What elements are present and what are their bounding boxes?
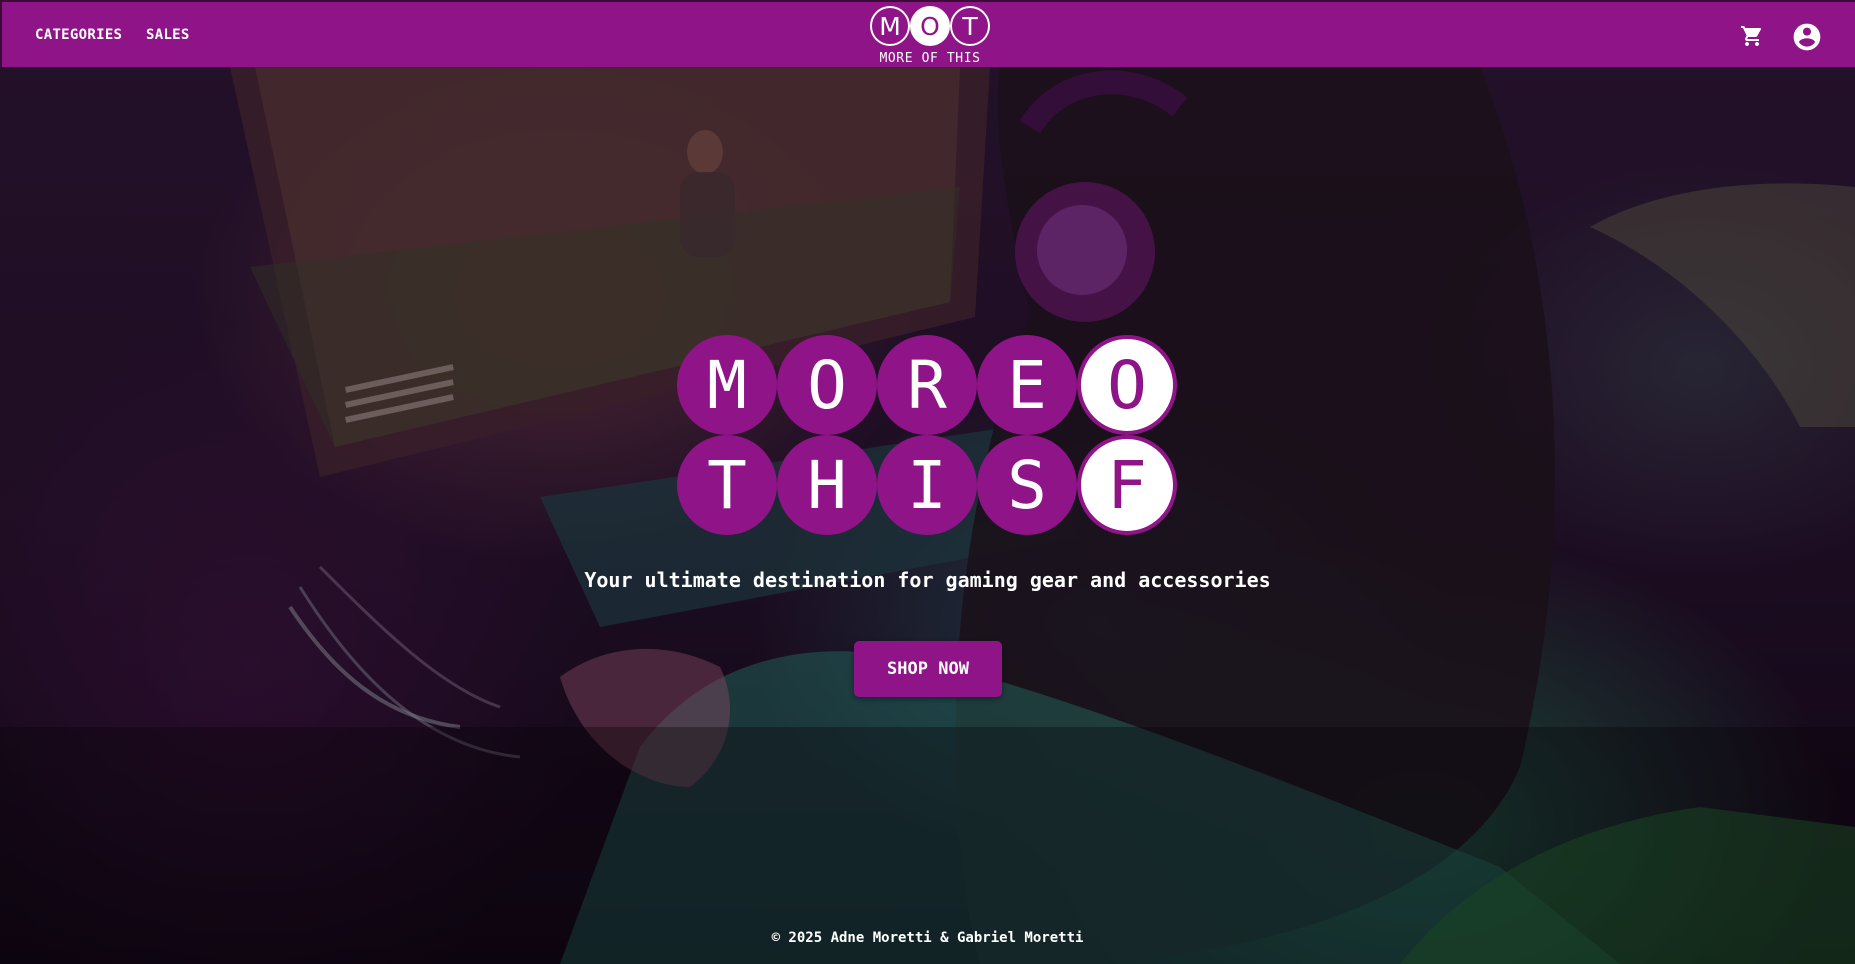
footer-copyright: © 2025 Adne Moretti & Gabriel Moretti <box>771 930 1084 946</box>
logo-letter: S <box>977 435 1077 535</box>
logo-letter: E <box>977 335 1077 435</box>
brand-logo[interactable]: M T O MORE OF THIS <box>869 6 991 66</box>
account-circle-icon <box>1793 23 1821 51</box>
nav-categories-link[interactable]: CATEGORIES <box>35 27 122 43</box>
logo-letter: I <box>877 435 977 535</box>
account-button[interactable] <box>1791 21 1823 53</box>
cart-button[interactable] <box>1739 24 1765 48</box>
hero-subtitle: Your ultimate destination for gaming gea… <box>584 568 1271 592</box>
shop-now-button[interactable]: SHOP NOW <box>854 641 1002 697</box>
brand-letter-t: T <box>950 6 990 46</box>
top-navigation-bar: CATEGORIES SALES M T O MORE OF THIS <box>0 0 1855 67</box>
hero-section: M O R E O T H I S F Your ultimate destin… <box>0 67 1855 964</box>
brand-tagline: MORE OF THIS <box>879 51 981 66</box>
logo-letter-highlight: O <box>1077 335 1177 435</box>
logo-letter: H <box>777 435 877 535</box>
logo-letter-highlight: F <box>1077 435 1177 535</box>
brand-letter-o: O <box>910 6 950 46</box>
logo-letter: T <box>677 435 777 535</box>
brand-letter-m: M <box>870 6 910 46</box>
shopping-cart-icon <box>1741 26 1762 46</box>
logo-letter: R <box>877 335 977 435</box>
logo-letter: M <box>677 335 777 435</box>
hero-logo: M O R E O T H I S F <box>677 335 1177 535</box>
nav-sales-link[interactable]: SALES <box>146 27 190 43</box>
logo-letter: O <box>777 335 877 435</box>
